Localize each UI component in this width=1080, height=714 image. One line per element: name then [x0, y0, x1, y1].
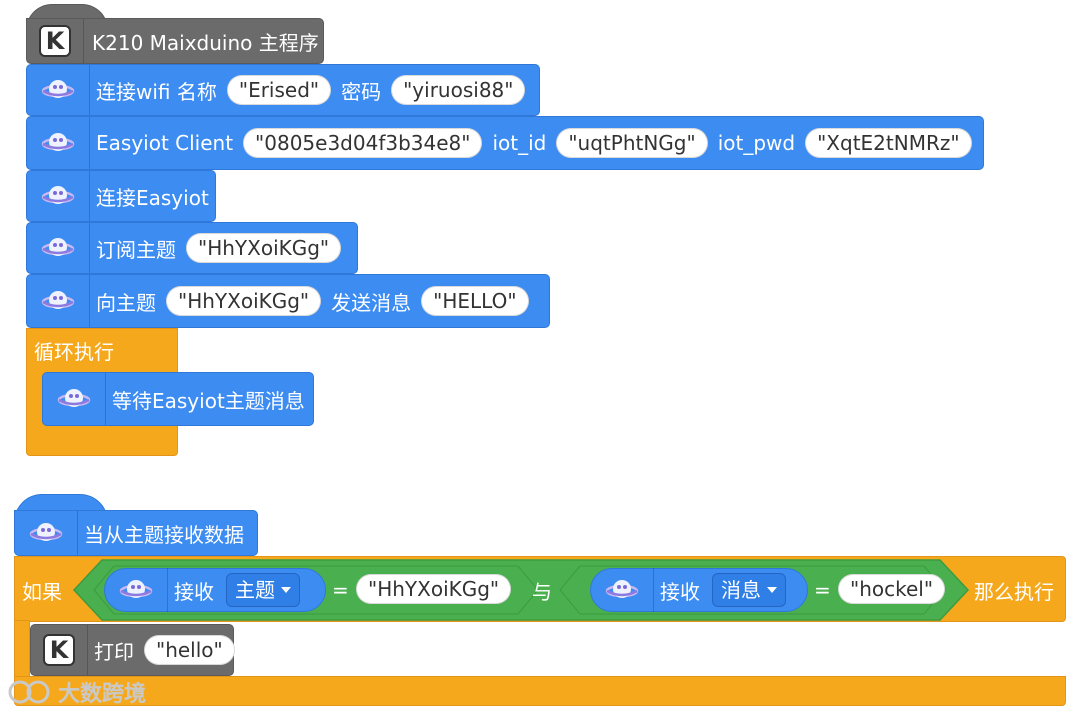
- equals-label-2: =: [814, 578, 831, 602]
- iot-id-input[interactable]: "uqtPhtNGg": [556, 128, 708, 158]
- wait-easyiot-message-block[interactable]: 等待Easyiot主题消息: [42, 372, 314, 426]
- if-block-left-arm: [14, 620, 30, 680]
- receive-label-1: 接收: [174, 579, 214, 604]
- if-label: 如果: [22, 580, 62, 604]
- easyiot-client-label: Easyiot Client: [96, 131, 234, 155]
- on-receive-label: 当从主题接收数据: [84, 522, 244, 547]
- chevron-down-icon: [767, 587, 777, 593]
- receive-topic-reporter[interactable]: 接收 主题: [104, 568, 326, 612]
- wifi-password-input[interactable]: "yiruosi88": [391, 75, 526, 105]
- wifi-label: 连接wifi 名称: [96, 79, 217, 104]
- connect-easyiot-label: 连接Easyiot: [96, 185, 209, 210]
- message-field-dropdown[interactable]: 消息: [712, 573, 786, 607]
- then-label: 那么执行: [974, 580, 1054, 604]
- watermark: 大数跨境: [8, 676, 146, 708]
- publish-topic-input[interactable]: "HhYXoiKGg": [166, 286, 322, 316]
- message-field-value: 消息: [721, 578, 761, 602]
- main-program-label: K210 Maixduino 主程序: [92, 30, 319, 55]
- k210-logo-icon: K: [39, 25, 71, 57]
- k210-icon-box: K: [31, 625, 88, 675]
- client-id-input[interactable]: "0805e3d04f3b34e8": [243, 128, 483, 158]
- planet-icon: [119, 580, 153, 598]
- publish-message-block[interactable]: 向主题 "HhYXoiKGg" 发送消息 "HELLO": [26, 274, 550, 328]
- wifi-password-label: 密码: [341, 79, 382, 104]
- message-compare-input[interactable]: "hockel": [838, 574, 946, 604]
- iot-icon-box: [43, 373, 106, 425]
- planet-icon: [57, 389, 91, 407]
- watermark-logo-icon: [8, 680, 50, 704]
- planet-icon: [41, 80, 75, 98]
- topic-field-dropdown[interactable]: 主题: [226, 573, 300, 607]
- iot-pwd-label: iot_pwd: [717, 131, 796, 155]
- if-block-footer: [14, 676, 1066, 706]
- watermark-text: 大数跨境: [58, 682, 147, 707]
- print-value-input[interactable]: "hello": [144, 635, 235, 665]
- iot-id-label: iot_id: [492, 131, 547, 155]
- iot-icon-box: [27, 223, 90, 273]
- iot-icon-box: [105, 568, 168, 612]
- subscribe-topic-block[interactable]: 订阅主题 "HhYXoiKGg": [26, 222, 358, 274]
- equals-label-1: =: [332, 578, 349, 602]
- planet-icon: [41, 186, 75, 204]
- planet-icon: [41, 133, 75, 151]
- iot-icon-box: [15, 511, 78, 555]
- iot-icon-box: [27, 171, 90, 221]
- connect-easyiot-block[interactable]: 连接Easyiot: [26, 170, 216, 222]
- receive-label-2: 接收: [660, 579, 700, 604]
- loop-header: 循环执行: [26, 328, 178, 372]
- wifi-connect-block[interactable]: 连接wifi 名称 "Erised" 密码 "yiruosi88": [26, 64, 540, 116]
- wifi-ssid-input[interactable]: "Erised": [226, 75, 332, 105]
- wait-message-label: 等待Easyiot主题消息: [112, 388, 305, 413]
- and-label: 与: [532, 580, 552, 604]
- publish-to-topic-label: 向主题: [96, 290, 156, 315]
- iot-icon-box: [591, 568, 654, 612]
- chevron-down-icon: [281, 587, 291, 593]
- iot-icon-box: [27, 117, 90, 169]
- planet-icon: [41, 238, 75, 256]
- receive-message-reporter[interactable]: 接收 消息: [590, 568, 808, 612]
- planet-icon: [29, 523, 63, 541]
- loop-label: 循环执行: [34, 339, 114, 364]
- topic-field-value: 主题: [235, 578, 275, 602]
- planet-icon: [41, 291, 75, 309]
- iot-icon-box: [27, 275, 90, 327]
- iot-icon-box: [27, 65, 90, 115]
- subscribe-label: 订阅主题: [96, 237, 176, 262]
- easyiot-client-block[interactable]: Easyiot Client "0805e3d04f3b34e8" iot_id…: [26, 116, 984, 170]
- on-topic-receive-hat-block[interactable]: 当从主题接收数据: [14, 510, 258, 556]
- subscribe-topic-input[interactable]: "HhYXoiKGg": [186, 233, 342, 263]
- publish-message-input[interactable]: "HELLO": [421, 286, 529, 316]
- k210-icon-box: K: [27, 19, 84, 63]
- print-label: 打印: [94, 639, 134, 664]
- main-program-hat-block[interactable]: K K210 Maixduino 主程序: [26, 18, 324, 64]
- send-message-label: 发送消息: [331, 290, 412, 315]
- k210-logo-icon: K: [43, 634, 75, 666]
- planet-icon: [605, 580, 639, 598]
- topic-compare-input[interactable]: "HhYXoiKGg": [356, 574, 512, 604]
- iot-pwd-input[interactable]: "XqtE2tNMRz": [805, 128, 972, 158]
- print-block[interactable]: K 打印 "hello": [30, 624, 235, 676]
